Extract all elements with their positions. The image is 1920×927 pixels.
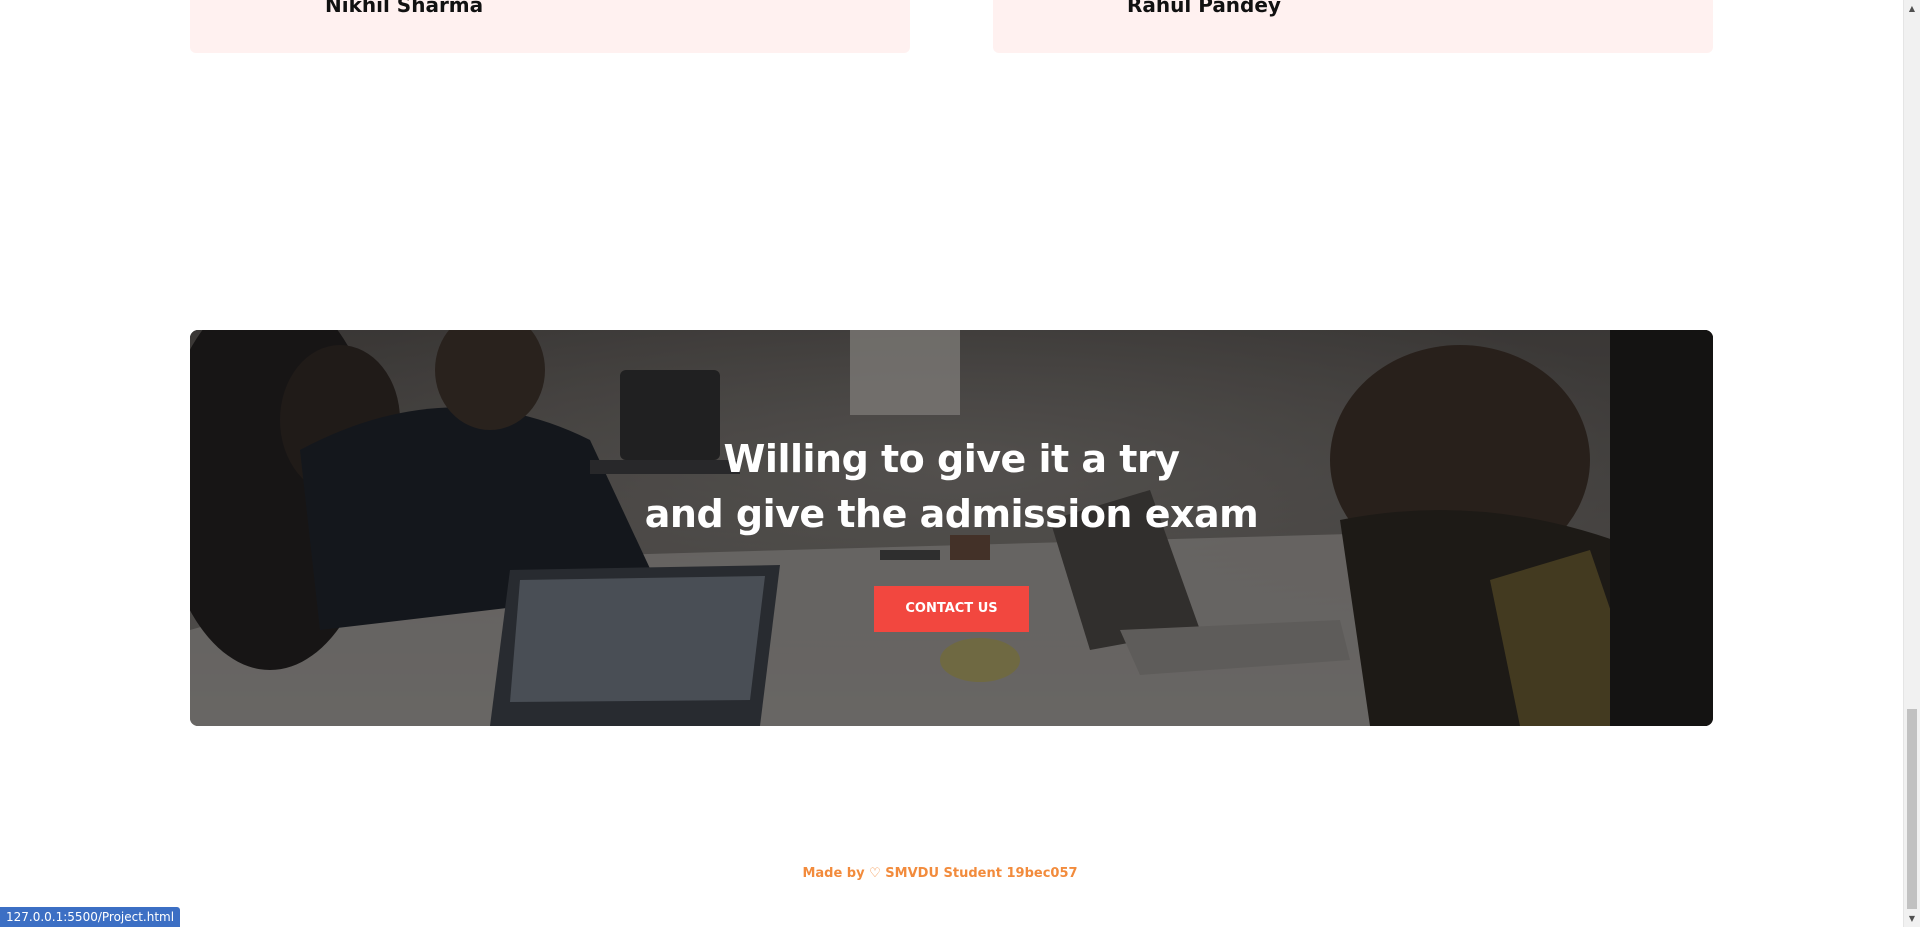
cta-title: Willing to give it a try and give the ad… <box>190 432 1713 542</box>
footer-credit: Made by ♡ SMVDU Student 19bec057 <box>802 866 1078 881</box>
cta-title-line-2: and give the admission exam <box>644 492 1259 536</box>
status-bar-url: 127.0.0.1:5500/Project.html <box>0 907 181 927</box>
page-scrollbar[interactable]: ▲ ▼ <box>1903 0 1920 927</box>
testimonial-name: Nikhil Sharma <box>325 0 484 17</box>
testimonial-card: Rahul Pandey <box>993 0 1713 53</box>
cta-title-line-1: Willing to give it a try <box>723 437 1180 481</box>
scrollbar-thumb[interactable] <box>1907 709 1917 909</box>
cta-content: Willing to give it a try and give the ad… <box>190 432 1713 632</box>
scroll-down-icon[interactable]: ▼ <box>1904 910 1920 927</box>
testimonial-name: Rahul Pandey <box>1127 0 1281 17</box>
scroll-up-icon[interactable]: ▲ <box>1904 0 1920 17</box>
contact-us-button[interactable]: CONTACT US <box>874 586 1029 632</box>
testimonial-card: Nikhil Sharma <box>190 0 910 53</box>
cta-banner: Willing to give it a try and give the ad… <box>190 330 1713 726</box>
